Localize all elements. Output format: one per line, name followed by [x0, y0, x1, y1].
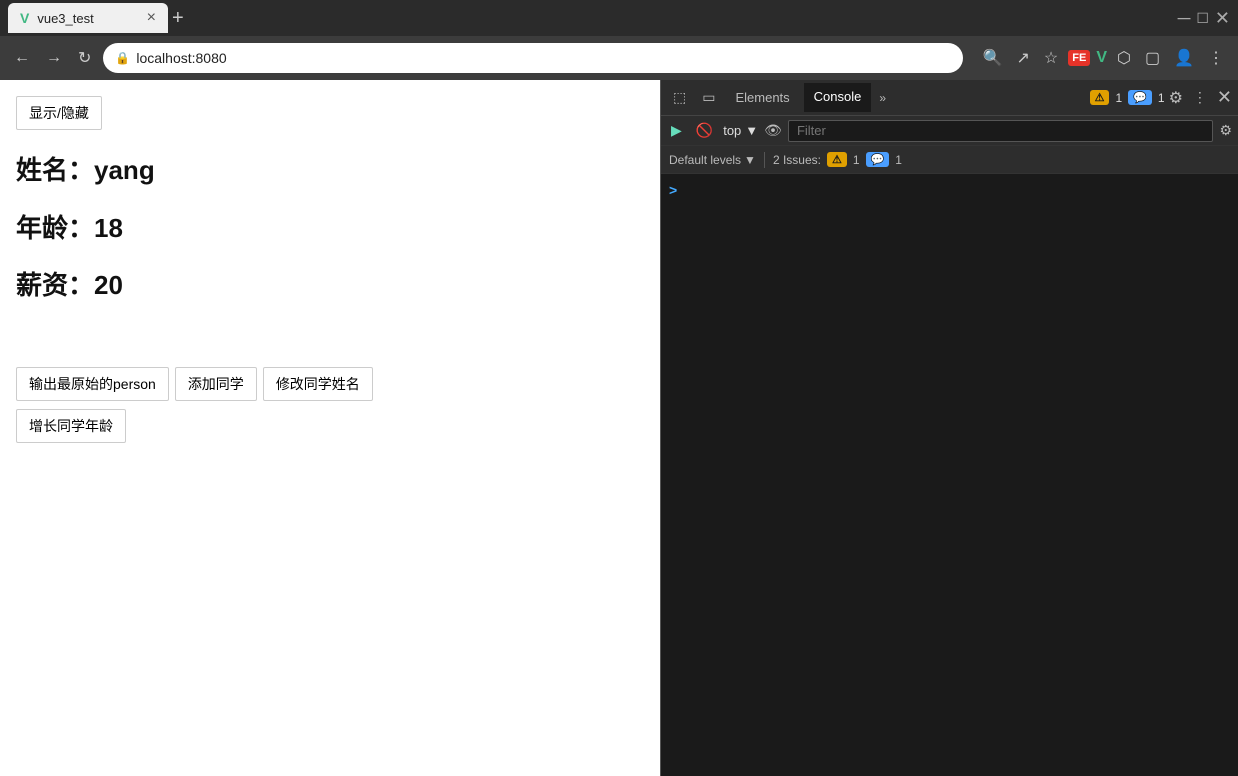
- split-screen-icon[interactable]: ▢: [1141, 44, 1164, 72]
- zoom-icon[interactable]: 🔍: [979, 44, 1007, 72]
- issues-summary: 2 Issues: ⚠ 1 💬 1: [773, 152, 902, 167]
- lock-icon: 🔒: [115, 51, 130, 65]
- maximize-btn[interactable]: ☐: [1196, 10, 1209, 27]
- levels-dropdown-icon: ▼: [744, 153, 756, 167]
- issues-info-num: 1: [895, 153, 902, 167]
- show-hide-button[interactable]: 显示/隐藏: [16, 96, 102, 130]
- vue-tab-icon: V: [20, 10, 29, 26]
- console-caret-icon: >: [669, 182, 677, 198]
- age-display: 年龄：18: [16, 213, 123, 243]
- devtools-cursor-btn[interactable]: ⬚: [667, 85, 692, 110]
- issues-warn-num: 1: [853, 153, 860, 167]
- issues-text: 2 Issues:: [773, 153, 821, 167]
- console-output: >: [661, 174, 1238, 776]
- devtools-more-btn[interactable]: ⋮: [1187, 85, 1213, 110]
- action-buttons-row2: 增长同学年龄: [16, 409, 644, 443]
- devtools-panel: ⬚ ▭ Elements Console » ⚠ 1 💬 1 ⚙ ⋮ ✕ ▶ 🚫…: [660, 80, 1238, 776]
- devtools-settings-btn[interactable]: ⚙: [1169, 88, 1183, 108]
- modify-name-button[interactable]: 修改同学姓名: [263, 367, 373, 401]
- share-icon[interactable]: ↗: [1013, 44, 1034, 72]
- console-prompt-line[interactable]: >: [669, 178, 1230, 202]
- default-levels-selector[interactable]: Default levels ▼: [669, 153, 756, 167]
- salary-section: 薪资：20: [16, 265, 644, 307]
- browser-toolbar-icons: 🔍 ↗ ☆ FE V ⬡ ▢ 👤 ⋮: [979, 44, 1228, 72]
- devtools-secondary-toolbar: ▶ 🚫 top ▼ 👁 ⚙: [661, 116, 1238, 146]
- close-window-btn[interactable]: ✕: [1215, 8, 1230, 29]
- extensions-icon[interactable]: ⬡: [1113, 44, 1135, 72]
- webpage-content: 显示/隐藏 姓名：yang 年龄：18 薪资：20 输出最原始的person 添…: [0, 80, 660, 776]
- fe-extension-icon[interactable]: FE: [1068, 50, 1090, 66]
- console-settings-btn[interactable]: ⚙: [1219, 122, 1232, 139]
- name-display: 姓名：yang: [16, 155, 155, 185]
- default-levels-label: Default levels: [669, 153, 741, 167]
- issues-warn-mini: ⚠: [827, 152, 847, 167]
- address-bar: ← → ↻ 🔒 localhost:8080 🔍 ↗ ☆ FE V ⬡ ▢ 👤 …: [0, 36, 1238, 80]
- devtools-close-btn[interactable]: ✕: [1217, 87, 1232, 108]
- forward-button[interactable]: →: [42, 45, 66, 71]
- devtools-tertiary-toolbar: Default levels ▼ 2 Issues: ⚠ 1 💬 1: [661, 146, 1238, 174]
- tab-close-btn[interactable]: ×: [147, 9, 156, 27]
- address-bar-input-wrap[interactable]: 🔒 localhost:8080: [103, 43, 962, 73]
- devtools-device-btn[interactable]: ▭: [696, 85, 721, 110]
- context-dropdown-icon: ▼: [745, 123, 758, 138]
- active-tab[interactable]: V vue3_test ×: [8, 3, 168, 33]
- console-eye-btn[interactable]: 👁: [764, 122, 782, 139]
- devtools-toolbar: ⬚ ▭ Elements Console » ⚠ 1 💬 1 ⚙ ⋮ ✕: [661, 80, 1238, 116]
- more-tabs-btn[interactable]: »: [875, 87, 890, 109]
- action-buttons-row1: 输出最原始的person 添加同学 修改同学姓名: [16, 367, 644, 401]
- issues-warning-count: 1: [1115, 91, 1122, 105]
- minimize-btn[interactable]: ─: [1178, 8, 1191, 29]
- increase-age-button[interactable]: 增长同学年龄: [16, 409, 126, 443]
- issues-info-count: 1: [1158, 91, 1165, 105]
- console-play-btn[interactable]: ▶: [667, 120, 686, 141]
- console-filter-input[interactable]: [788, 120, 1213, 142]
- name-section: 姓名：yang: [16, 150, 644, 192]
- issues-info-badge: 💬: [1128, 90, 1152, 105]
- age-section: 年龄：18: [16, 208, 644, 250]
- main-area: 显示/隐藏 姓名：yang 年龄：18 薪资：20 输出最原始的person 添…: [0, 80, 1238, 776]
- add-classmate-button[interactable]: 添加同学: [175, 367, 257, 401]
- issues-warning-badge: ⚠: [1090, 90, 1110, 105]
- bookmark-icon[interactable]: ☆: [1040, 44, 1062, 72]
- address-display: localhost:8080: [136, 50, 950, 66]
- tab-bar: V vue3_test × + ─ ☐ ✕: [0, 0, 1238, 36]
- output-person-button[interactable]: 输出最原始的person: [16, 367, 169, 401]
- profile-icon[interactable]: 👤: [1170, 44, 1198, 72]
- issues-info-mini: 💬: [866, 152, 890, 167]
- context-selector[interactable]: top ▼: [723, 123, 758, 138]
- new-tab-button[interactable]: +: [172, 7, 184, 30]
- vue-extension-icon[interactable]: V: [1096, 49, 1107, 67]
- tab-elements[interactable]: Elements: [725, 84, 799, 111]
- console-stop-btn[interactable]: 🚫: [692, 120, 717, 141]
- context-label: top: [723, 123, 741, 138]
- toolbar-separator: [764, 152, 765, 168]
- reload-button[interactable]: ↻: [74, 44, 95, 72]
- menu-icon[interactable]: ⋮: [1204, 44, 1228, 72]
- back-button[interactable]: ←: [10, 45, 34, 71]
- tab-console[interactable]: Console: [804, 83, 872, 112]
- window-controls: ─ ☐ ✕: [1178, 8, 1230, 29]
- salary-display: 薪资：20: [16, 270, 123, 300]
- tab-title: vue3_test: [37, 11, 93, 26]
